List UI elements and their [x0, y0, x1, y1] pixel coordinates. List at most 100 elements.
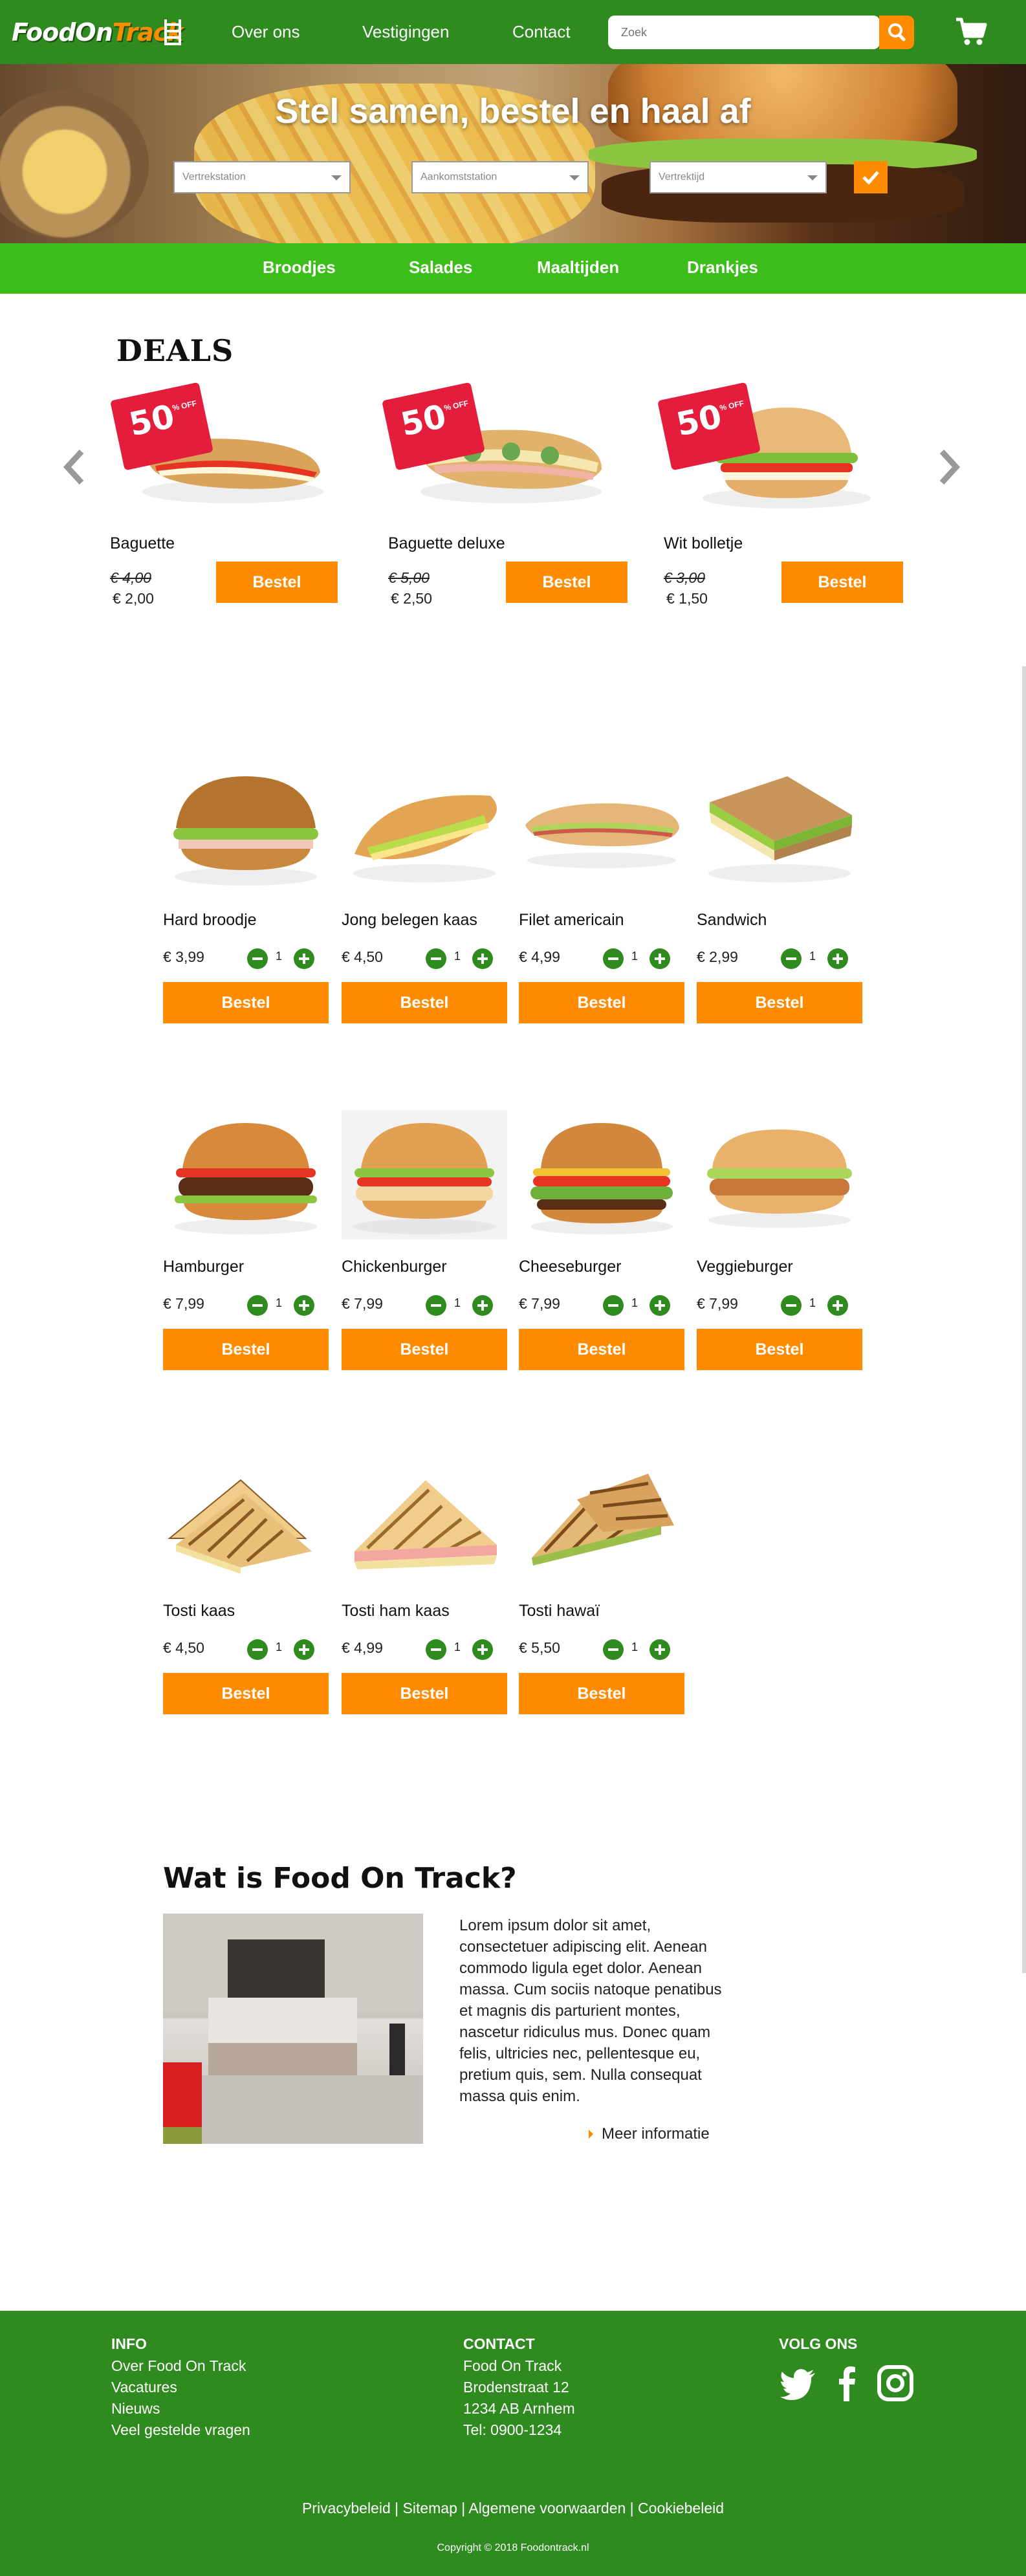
- carousel-next-button[interactable]: [935, 446, 964, 488]
- increase-quantity-button[interactable]: [294, 948, 314, 969]
- product-image: [707, 1130, 852, 1228]
- order-button[interactable]: Bestel: [697, 982, 862, 1023]
- nav-contact[interactable]: Contact: [512, 22, 571, 42]
- decrease-quantity-button[interactable]: [603, 1295, 624, 1316]
- increase-quantity-button[interactable]: [827, 948, 848, 969]
- arrival-station-select[interactable]: Aankomststation: [411, 161, 589, 193]
- increase-quantity-button[interactable]: [472, 948, 493, 969]
- badge-percent: 50: [397, 397, 450, 444]
- decrease-quantity-button[interactable]: [426, 948, 446, 969]
- increase-quantity-button[interactable]: [294, 1639, 314, 1660]
- decrease-quantity-button[interactable]: [247, 1295, 268, 1316]
- order-button[interactable]: Bestel: [342, 982, 507, 1023]
- footer-social-title: VOLG ONS: [779, 2335, 858, 2352]
- increase-quantity-button[interactable]: [649, 1295, 670, 1316]
- category-salades[interactable]: Salades: [409, 257, 472, 278]
- instagram-link[interactable]: [876, 2364, 915, 2403]
- footer-link-over[interactable]: Over Food On Track: [111, 2357, 246, 2375]
- category-drankjes[interactable]: Drankjes: [687, 257, 758, 278]
- departure-station-select[interactable]: Vertrekstation: [173, 161, 351, 193]
- order-button[interactable]: Bestel: [519, 1673, 684, 1714]
- carousel-prev-button[interactable]: [60, 446, 88, 488]
- product-name: Tosti ham kaas: [342, 1602, 450, 1620]
- decrease-quantity-button[interactable]: [781, 1295, 802, 1316]
- about-title: Wat is Food On Track?: [163, 1862, 517, 1895]
- product-card: Tosti ham kaas € 4,99 1 Bestel: [342, 1454, 507, 1739]
- product-price: € 7,99: [342, 1295, 383, 1312]
- deal-card: 50 % OFF Baguette deluxe € 5,00 € 2,50 B…: [382, 382, 629, 608]
- order-button[interactable]: Bestel: [163, 1673, 329, 1714]
- cart-button[interactable]: [955, 17, 987, 47]
- deal-old-price: € 3,00: [664, 569, 705, 586]
- footer-legal-links[interactable]: Privacybeleid | Sitemap | Algemene voorw…: [0, 2500, 1026, 2517]
- product-price: € 4,50: [342, 948, 383, 965]
- increase-quantity-button[interactable]: [649, 948, 670, 969]
- search-button[interactable]: [879, 16, 914, 49]
- order-button[interactable]: Bestel: [506, 562, 628, 603]
- twitter-link[interactable]: [779, 2364, 818, 2403]
- deals-title: DEALS: [116, 333, 234, 368]
- order-button[interactable]: Bestel: [216, 562, 338, 603]
- more-info-link[interactable]: Meer informatie: [589, 2125, 710, 2143]
- decrease-quantity-button[interactable]: [426, 1295, 446, 1316]
- store-photo: [163, 1914, 423, 2144]
- departure-time-select[interactable]: Vertrektijd: [649, 161, 827, 193]
- footer-link-faq[interactable]: Veel gestelde vragen: [111, 2421, 250, 2439]
- product-image: [353, 795, 497, 882]
- product-price: € 4,99: [342, 1639, 383, 1656]
- order-button[interactable]: Bestel: [163, 982, 329, 1023]
- decrease-quantity-button[interactable]: [247, 948, 268, 969]
- decrease-quantity-button[interactable]: [426, 1639, 446, 1660]
- increase-quantity-button[interactable]: [649, 1639, 670, 1660]
- product-name: Veggieburger: [697, 1258, 793, 1276]
- deal-new-price: € 2,50: [391, 590, 432, 607]
- deal-name: Baguette deluxe: [388, 534, 505, 552]
- search-input[interactable]: [608, 16, 880, 49]
- badge-off: % OFF: [719, 398, 745, 413]
- category-broodjes[interactable]: Broodjes: [263, 257, 336, 278]
- order-button[interactable]: Bestel: [519, 1329, 684, 1370]
- product-image: [708, 776, 852, 882]
- rail-icon: [164, 19, 181, 45]
- order-button[interactable]: Bestel: [697, 1329, 862, 1370]
- product-name: Sandwich: [697, 911, 767, 929]
- order-button[interactable]: Bestel: [342, 1673, 507, 1714]
- order-button[interactable]: Bestel: [781, 562, 903, 603]
- footer-link-nieuws[interactable]: Nieuws: [111, 2400, 160, 2418]
- order-button[interactable]: Bestel: [163, 1329, 329, 1370]
- quantity-value: 1: [276, 950, 283, 963]
- deal-card: 50 % OFF Wit bolletje € 3,00 € 1,50 Best…: [657, 382, 904, 608]
- order-button[interactable]: Bestel: [342, 1329, 507, 1370]
- submit-route-button[interactable]: [854, 161, 888, 193]
- facebook-link[interactable]: [828, 2364, 867, 2403]
- category-maaltijden[interactable]: Maaltijden: [537, 257, 619, 278]
- footer-link-vacatures[interactable]: Vacatures: [111, 2379, 177, 2396]
- nav-vestigingen[interactable]: Vestigingen: [362, 22, 449, 42]
- scrollbar[interactable]: [1022, 666, 1026, 1973]
- order-button[interactable]: Bestel: [519, 982, 684, 1023]
- product-image: [530, 1123, 673, 1234]
- quantity-value: 1: [454, 950, 461, 963]
- decrease-quantity-button[interactable]: [781, 948, 802, 969]
- deal-old-price: € 5,00: [388, 569, 430, 586]
- decrease-quantity-button[interactable]: [603, 948, 624, 969]
- increase-quantity-button[interactable]: [294, 1295, 314, 1316]
- deal-name: Baguette: [110, 534, 175, 552]
- logo-wordmark: FoodOnTrack: [12, 14, 184, 50]
- product-name: Filet americain: [519, 911, 624, 929]
- contact-phone: Tel: 0900-1234: [463, 2421, 562, 2438]
- decrease-quantity-button[interactable]: [603, 1639, 624, 1660]
- product-card: Hamburger € 7,99 1 Bestel: [163, 1110, 329, 1395]
- facebook-icon: [839, 2366, 855, 2401]
- nav-over-ons[interactable]: Over ons: [232, 22, 300, 42]
- increase-quantity-button[interactable]: [472, 1295, 493, 1316]
- decrease-quantity-button[interactable]: [247, 1639, 268, 1660]
- product-price: € 4,50: [163, 1639, 204, 1656]
- increase-quantity-button[interactable]: [472, 1639, 493, 1660]
- product-price: € 2,99: [697, 948, 738, 965]
- category-bar: Broodjes Salades Maaltijden Drankjes: [0, 243, 1026, 294]
- product-card: Cheeseburger € 7,99 1 Bestel: [519, 1110, 684, 1395]
- product-name: Chickenburger: [342, 1258, 447, 1276]
- logo[interactable]: FoodOnTrack: [12, 14, 184, 50]
- increase-quantity-button[interactable]: [827, 1295, 848, 1316]
